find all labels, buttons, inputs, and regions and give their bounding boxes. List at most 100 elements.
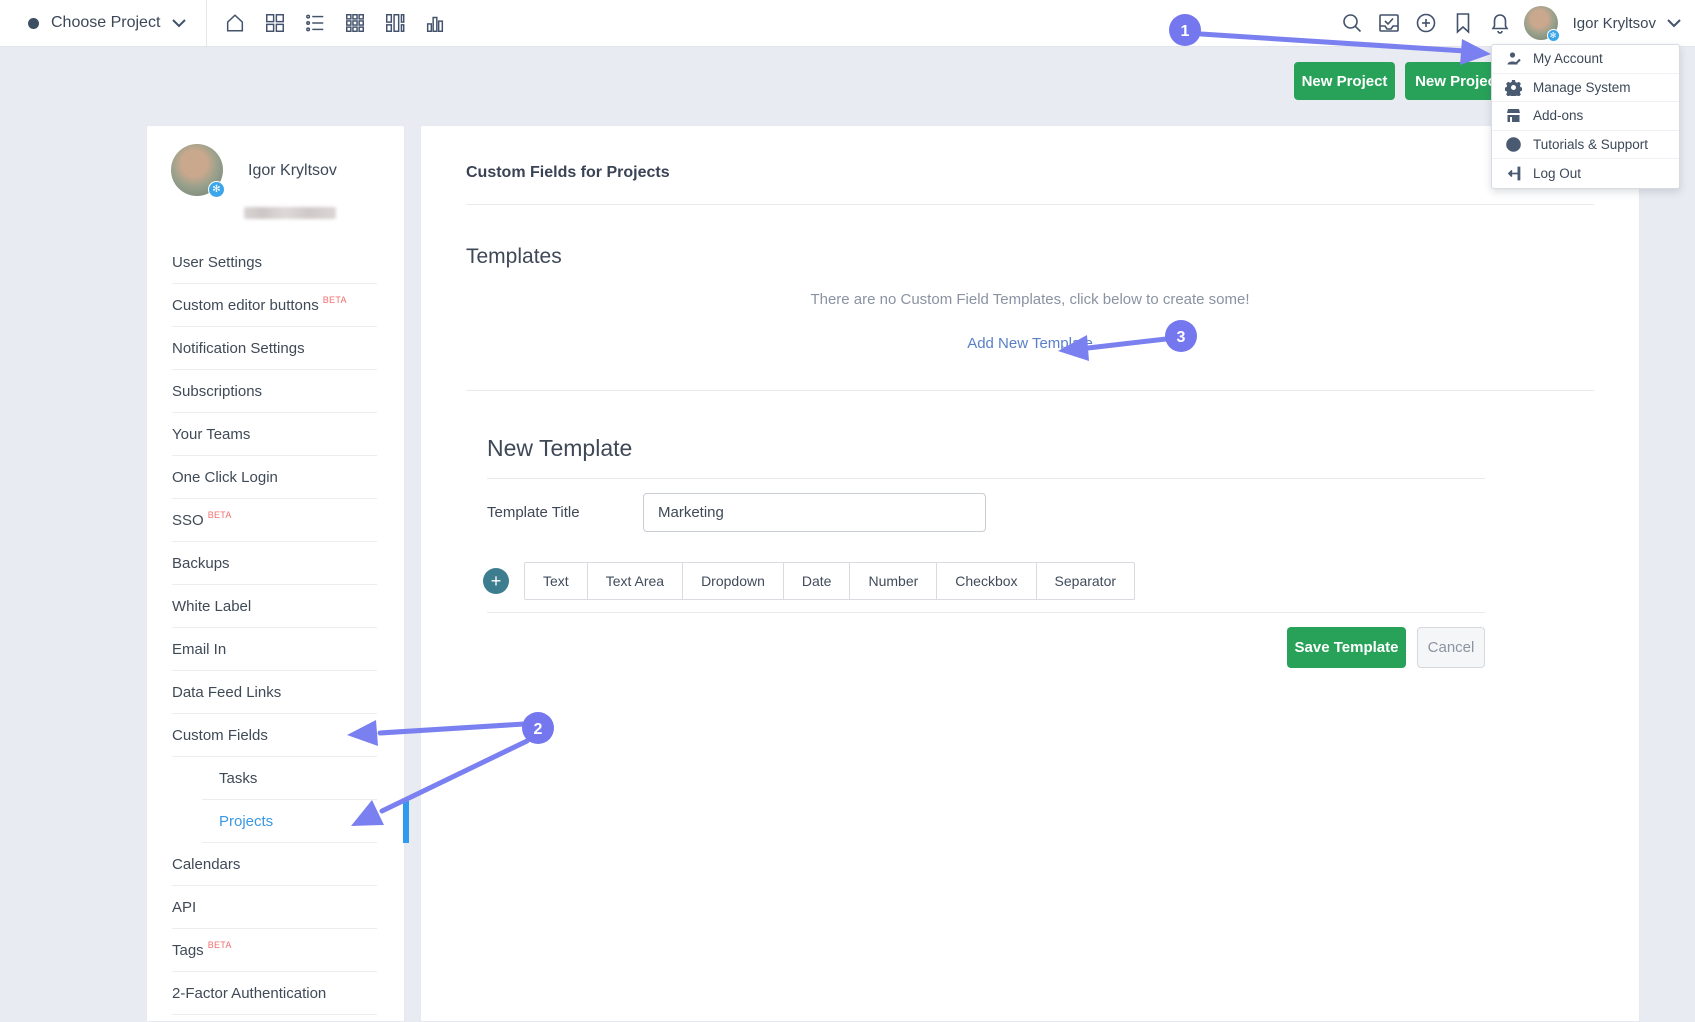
add-field-button[interactable]: + <box>483 568 509 594</box>
topbar-right: ✻ Igor Kryltsov <box>1339 6 1695 40</box>
save-template-button[interactable]: Save Template <box>1287 627 1406 668</box>
sidebar-item-label: User Settings <box>172 254 262 271</box>
sidebar-item-label: API <box>172 899 196 916</box>
sidebar-item-label: Calendars <box>172 856 240 873</box>
sidebar-menu: User Settings Custom editor buttonsBETA … <box>147 241 404 1015</box>
sidebar-item-label: One Click Login <box>172 469 278 486</box>
sidebar-item-custom-fields-projects[interactable]: Projects <box>147 800 404 843</box>
sidebar-item-label: White Label <box>172 598 251 615</box>
sidebar-item-custom-fields[interactable]: Custom Fields <box>147 714 404 757</box>
sidebar-item-one-click-login[interactable]: One Click Login <box>147 456 404 499</box>
gear-icon <box>1504 79 1522 96</box>
field-type-date-button[interactable]: Date <box>784 562 851 600</box>
sidebar-item-label: Subscriptions <box>172 383 262 400</box>
sidebar-item-tags[interactable]: TagsBETA <box>147 929 404 972</box>
sidebar-avatar: ✻ <box>171 144 223 196</box>
sidebar-item-label: Your Teams <box>172 426 250 443</box>
cancel-button[interactable]: Cancel <box>1417 627 1485 668</box>
main-content: Custom Fields for Projects Templates The… <box>420 125 1640 1022</box>
sidebar-item-label: Tags <box>172 942 204 959</box>
sidebar-item-label: Custom Fields <box>172 727 268 744</box>
add-circle-icon[interactable] <box>1413 10 1439 36</box>
sidebar-item-label: Custom editor buttons <box>172 297 319 314</box>
user-menu-chevron-icon[interactable] <box>1667 19 1681 28</box>
sidebar-item-label: Tasks <box>219 770 257 787</box>
template-title-input[interactable] <box>643 493 986 532</box>
columns-view-icon[interactable] <box>383 11 407 35</box>
field-type-number-button[interactable]: Number <box>850 562 937 600</box>
sidebar-item-email-in[interactable]: Email In <box>147 628 404 671</box>
home-icon[interactable] <box>223 11 247 35</box>
help-buoy-icon <box>1504 136 1522 153</box>
search-icon[interactable] <box>1339 10 1365 36</box>
new-template-form: New Template Template Title + Text Text … <box>487 435 1485 668</box>
sidebar-item-notification-settings[interactable]: Notification Settings <box>147 327 404 370</box>
sidebar-item-backups[interactable]: Backups <box>147 542 404 585</box>
sidebar-item-custom-editor-buttons[interactable]: Custom editor buttons BETA <box>147 284 404 327</box>
menu-item-add-ons[interactable]: Add-ons <box>1492 102 1679 131</box>
project-dot-icon <box>28 18 39 29</box>
sidebar-item-user-settings[interactable]: User Settings <box>147 241 404 284</box>
grid-view-icon[interactable] <box>343 11 367 35</box>
divider <box>487 612 1485 613</box>
field-type-dropdown-button[interactable]: Dropdown <box>683 562 784 600</box>
divider <box>466 390 1594 391</box>
sidebar-item-label: Projects <box>219 813 273 830</box>
project-selector-label: Choose Project <box>51 14 160 32</box>
active-item-indicator <box>403 801 409 843</box>
logout-icon <box>1504 165 1522 182</box>
sidebar-item-label: Notification Settings <box>172 340 305 357</box>
user-dropdown-menu: My Account Manage System Add-ons Tutoria… <box>1491 44 1680 189</box>
template-title-label: Template Title <box>487 504 643 521</box>
beta-badge: BETA <box>323 295 347 305</box>
blurred-email <box>244 207 336 219</box>
chart-view-icon[interactable] <box>423 11 447 35</box>
field-type-checkbox-button[interactable]: Checkbox <box>937 562 1036 600</box>
user-name[interactable]: Igor Kryltsov <box>1573 15 1656 32</box>
dashboard-icon[interactable] <box>263 11 287 35</box>
templates-heading: Templates <box>466 245 1594 269</box>
sidebar-item-label: Email In <box>172 641 226 658</box>
menu-item-label: Log Out <box>1533 166 1581 181</box>
menu-item-log-out[interactable]: Log Out <box>1492 159 1679 188</box>
beta-badge: BETA <box>208 510 232 520</box>
sidebar-item-subscriptions[interactable]: Subscriptions <box>147 370 404 413</box>
sidebar-item-2fa[interactable]: 2-Factor Authentication <box>147 972 404 1015</box>
sidebar-item-sso[interactable]: SSO BETA <box>147 499 404 542</box>
empty-templates-message: There are no Custom Field Templates, cli… <box>466 291 1594 308</box>
field-type-text-button[interactable]: Text <box>524 562 588 600</box>
project-selector[interactable]: Choose Project <box>0 0 206 46</box>
new-project-button[interactable]: New Project <box>1294 62 1395 100</box>
avatar-badge-icon: ✻ <box>208 181 225 198</box>
chevron-down-icon <box>172 19 186 28</box>
user-edit-icon <box>1504 50 1522 67</box>
add-new-template-link[interactable]: Add New Template <box>466 335 1594 352</box>
view-switcher <box>207 11 447 35</box>
field-type-textarea-button[interactable]: Text Area <box>588 562 683 600</box>
new-template-heading: New Template <box>487 435 1485 479</box>
menu-item-manage-system[interactable]: Manage System <box>1492 74 1679 103</box>
top-bar: Choose Project ✻ Igor Kryltsov <box>0 0 1695 47</box>
menu-item-label: My Account <box>1533 51 1603 66</box>
sidebar-item-label: Backups <box>172 555 230 572</box>
list-view-icon[interactable] <box>303 11 327 35</box>
sidebar-item-api[interactable]: API <box>147 886 404 929</box>
sidebar-item-data-feed-links[interactable]: Data Feed Links <box>147 671 404 714</box>
avatar-badge-icon: ✻ <box>1547 29 1560 42</box>
storefront-icon <box>1504 107 1522 124</box>
sidebar-item-label: 2-Factor Authentication <box>172 985 326 1002</box>
menu-item-my-account[interactable]: My Account <box>1492 45 1679 74</box>
sidebar-item-label: SSO <box>172 512 204 529</box>
sidebar-item-your-teams[interactable]: Your Teams <box>147 413 404 456</box>
sidebar-item-custom-fields-tasks[interactable]: Tasks <box>147 757 404 800</box>
bookmark-icon[interactable] <box>1450 10 1476 36</box>
sidebar-item-white-label[interactable]: White Label <box>147 585 404 628</box>
field-type-separator-button[interactable]: Separator <box>1037 562 1135 600</box>
user-avatar[interactable]: ✻ <box>1524 6 1558 40</box>
menu-item-label: Manage System <box>1533 80 1631 95</box>
sidebar-item-calendars[interactable]: Calendars <box>147 843 404 886</box>
menu-item-tutorials-support[interactable]: Tutorials & Support <box>1492 131 1679 160</box>
settings-sidebar: ✻ Igor Kryltsov User Settings Custom edi… <box>146 125 405 1022</box>
tasks-tray-icon[interactable] <box>1376 10 1402 36</box>
notifications-bell-icon[interactable] <box>1487 10 1513 36</box>
